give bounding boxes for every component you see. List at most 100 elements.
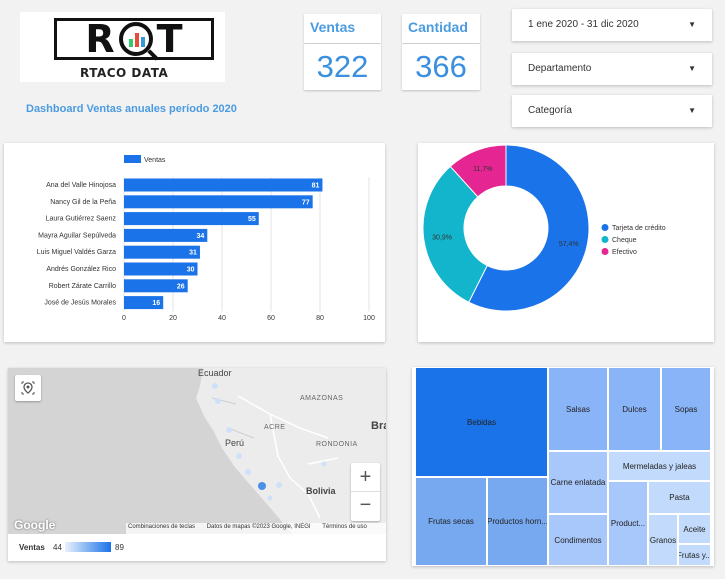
treemap-tile[interactable]: Granos (648, 514, 678, 566)
map-legend: Ventas 44 89 (8, 534, 386, 561)
bar-value-label: 55 (248, 216, 256, 223)
kpi-ventas: Ventas 322 (304, 14, 381, 90)
map-label-brazil: Bra (371, 420, 386, 432)
dropdown-arrow-icon: ▼ (688, 106, 696, 115)
bar (124, 178, 323, 192)
x-tick-label: 100 (363, 315, 375, 322)
slice-label: 57,4% (559, 241, 579, 248)
keyboard-shortcuts-link[interactable]: Combinaciones de teclas (128, 524, 195, 530)
locate-button[interactable] (15, 375, 41, 401)
sales-map: Ecuador AMAZONAS ACRE Perú RONDONIA Bra … (8, 368, 386, 561)
category-label: Luis Miguel Valdés Garza (37, 249, 116, 256)
category-label: Mayra Aguilar Sepúlveda (38, 232, 116, 239)
treemap-tile[interactable]: Productos horn... (487, 477, 548, 566)
map-label-peru: Perú (225, 438, 245, 448)
sales-by-seller-chart: Ventas 0 20 40 60 80 100 Ana del Valle Hinojosa… (4, 143, 385, 342)
category-label: Andrés González Rico (46, 266, 116, 273)
dropdown-arrow-icon: ▼ (688, 64, 696, 73)
zoom-control: + − (351, 463, 380, 521)
bar (124, 195, 313, 209)
x-tick-label: 60 (267, 315, 275, 322)
zoom-in-button[interactable]: + (351, 463, 380, 492)
bar-value-label: 34 (197, 233, 205, 240)
payment-method-chart: 57,4% 30,9% 11,7% Tarjeta de crédito Cheque E… (418, 143, 714, 342)
map-data-attribution: Datos de mapas ©2023 Google, INEGI (206, 524, 311, 530)
treemap-tile[interactable]: Salsas (548, 367, 608, 451)
bar-value-label: 81 (312, 183, 320, 190)
map-canvas[interactable]: Ecuador AMAZONAS ACRE Perú RONDONIA Bra … (8, 368, 386, 534)
legend-label: Efectivo (612, 249, 637, 256)
logo-mark: R T (54, 18, 214, 60)
legend-dot (601, 224, 609, 231)
kpi-label: Ventas (304, 14, 381, 43)
legend-min: 44 (53, 543, 62, 552)
treemap-tile[interactable]: Condimentos (548, 514, 608, 566)
kpi-label: Cantidad (402, 14, 480, 43)
bar-value-label: 30 (187, 267, 195, 274)
map-terrain (8, 368, 386, 534)
dropdown-arrow-icon: ▼ (688, 20, 696, 29)
category-label: Laura Gutiérrez Saenz (46, 216, 117, 223)
magnifier-chart-icon (118, 22, 153, 56)
slice-label: 11,7% (473, 166, 492, 173)
bar-value-label: 77 (302, 199, 310, 206)
treemap-tile[interactable]: Aceite (678, 514, 711, 544)
logo: R T RTACO DATA (20, 12, 225, 82)
legend-max: 89 (115, 543, 124, 552)
map-label-ecuador: Ecuador (198, 368, 232, 378)
treemap-tile[interactable]: Pasta (648, 481, 711, 514)
location-pin-icon (21, 381, 35, 395)
bar-value-label: 26 (177, 283, 185, 290)
bar-value-label: 31 (189, 250, 197, 257)
category-label: José de Jesús Morales (44, 300, 116, 307)
kpi-value: 366 (402, 44, 480, 90)
donut-chart-svg: 57,4% 30,9% 11,7% Tarjeta de crédito Cheque E… (422, 144, 666, 312)
slice-label: 30,9% (432, 235, 452, 242)
category-treemap: Bebidas Salsas Dulces Sopas Carne enlatada Me… (412, 367, 714, 566)
treemap-tile[interactable]: Sopas (661, 367, 711, 451)
date-range-filter[interactable]: 1 ene 2020 - 31 dic 2020 ▼ (512, 9, 712, 41)
legend-label: Ventas (144, 157, 166, 164)
categoria-filter[interactable]: Categoría ▼ (512, 95, 712, 127)
x-tick-label: 0 (122, 315, 126, 322)
treemap-tile[interactable]: Bebidas (415, 367, 548, 477)
bar-value-label: 16 (152, 300, 160, 307)
map-label-acre: ACRE (264, 424, 286, 431)
filter-label: Categoría (528, 105, 572, 116)
zoom-out-button[interactable]: − (351, 492, 380, 520)
category-label: Robert Zárate Carrillo (49, 283, 116, 290)
legend-label: Ventas (19, 543, 45, 552)
treemap-tile[interactable]: Frutas secas (415, 477, 487, 566)
kpi-value: 322 (304, 44, 381, 90)
logo-subtitle: RTACO DATA (80, 66, 169, 80)
kpi-cantidad: Cantidad 366 (402, 14, 480, 90)
bar-chart-svg: Ventas 0 20 40 60 80 100 Ana del Valle Hinojosa… (37, 155, 375, 322)
map-label-amazonas: AMAZONAS (300, 395, 344, 402)
map-label-bolivia: Bolivia (306, 486, 336, 496)
departamento-filter[interactable]: Departamento ▼ (512, 53, 712, 85)
legend-dot (601, 236, 609, 243)
terms-link[interactable]: Términos de uso (322, 524, 367, 530)
legend-swatch (124, 155, 141, 163)
x-tick-label: 20 (169, 315, 177, 322)
filter-label: Departamento (528, 63, 592, 74)
bar (124, 228, 208, 242)
bar (124, 212, 259, 226)
legend-dot (601, 248, 609, 255)
map-footer: Combinaciones de teclas Datos de mapas ©… (126, 523, 386, 534)
treemap-tile[interactable]: Frutas y... (678, 544, 711, 566)
dashboard-title: Dashboard Ventas anuales período 2020 (26, 103, 237, 115)
treemap-tile[interactable]: Mermeladas y jaleas (608, 451, 711, 481)
treemap-tile[interactable]: Dulces (608, 367, 661, 451)
category-label: Ana del Valle Hinojosa (46, 182, 116, 189)
x-tick-label: 80 (316, 315, 324, 322)
treemap-tile[interactable]: Product... (608, 481, 648, 566)
x-tick-label: 40 (218, 315, 226, 322)
legend-label: Tarjeta de crédito (612, 225, 666, 232)
treemap-area: Bebidas Salsas Dulces Sopas Carne enlatada Me… (415, 367, 711, 566)
legend-label: Cheque (612, 237, 637, 244)
category-label: Nancy Gil de la Peña (50, 199, 116, 206)
map-label-rondonia: RONDONIA (316, 441, 358, 448)
treemap-tile[interactable]: Carne enlatada (548, 451, 608, 514)
filter-label: 1 ene 2020 - 31 dic 2020 (528, 19, 639, 30)
